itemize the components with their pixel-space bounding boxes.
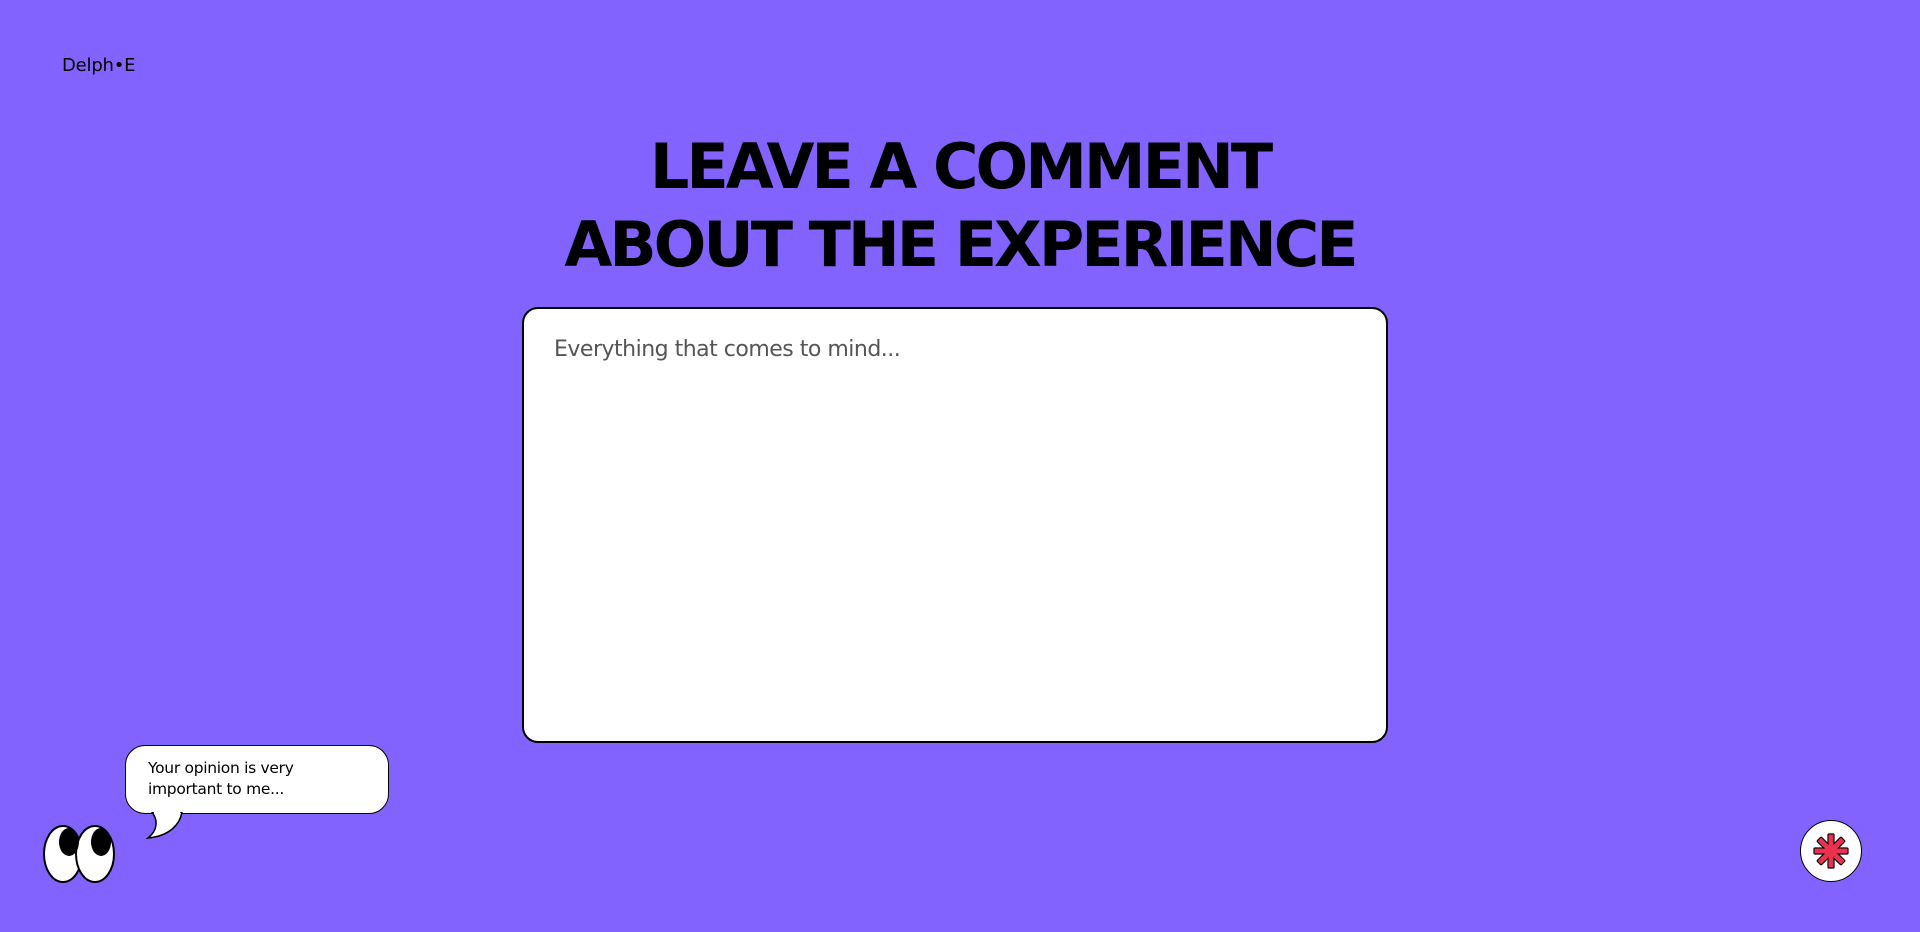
feedback-action-button[interactable] bbox=[1800, 820, 1862, 882]
asterisk-icon bbox=[1813, 833, 1849, 869]
speech-bubble-line-1: Your opinion is very bbox=[148, 759, 294, 777]
comment-textarea[interactable] bbox=[522, 307, 1388, 743]
eyes-icon bbox=[43, 825, 115, 883]
page-title: LEAVE A COMMENT ABOUT THE EXPERIENCE bbox=[0, 128, 1920, 284]
speech-bubble-line-2: important to me... bbox=[148, 780, 285, 798]
speech-bubble: Your opinion is very important to me... bbox=[125, 745, 389, 814]
speech-bubble-tail bbox=[145, 812, 183, 839]
page-title-line-1: LEAVE A COMMENT bbox=[649, 130, 1273, 203]
logo[interactable]: Delph•E bbox=[62, 55, 136, 76]
page-title-line-2: ABOUT THE EXPERIENCE bbox=[564, 208, 1358, 281]
